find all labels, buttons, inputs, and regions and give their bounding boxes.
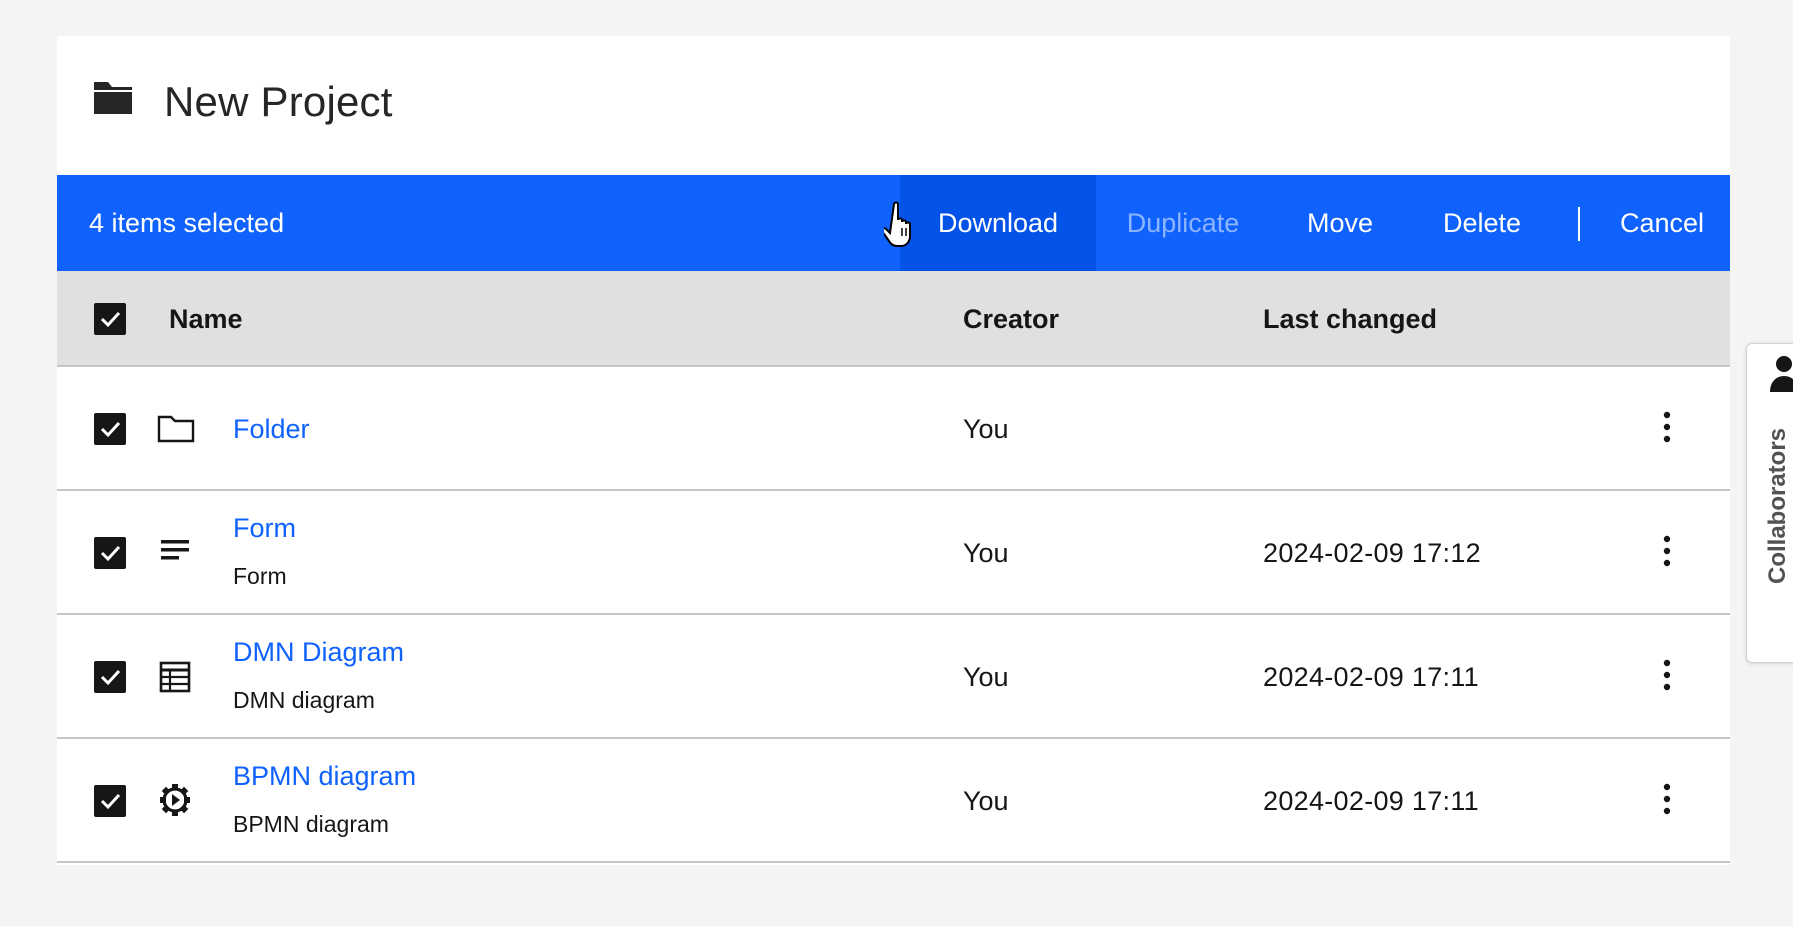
creator-cell: You bbox=[963, 414, 1009, 444]
last-changed-cell: 2024-02-09 17:11 bbox=[1263, 662, 1479, 692]
checkmark-icon bbox=[100, 545, 121, 562]
creator-cell: You bbox=[963, 538, 1009, 568]
collaborators-panel-tab[interactable]: Collaborators bbox=[1746, 343, 1793, 663]
row-checkbox[interactable] bbox=[94, 661, 126, 693]
bpmn-gear-icon bbox=[160, 784, 190, 816]
collaborators-label: Collaborators bbox=[1764, 427, 1791, 584]
duplicate-button[interactable]: Duplicate bbox=[1096, 175, 1270, 271]
checkmark-icon bbox=[100, 311, 121, 328]
folder-filled-icon bbox=[94, 82, 132, 114]
item-type-label: DMN diagram bbox=[233, 687, 375, 713]
column-header-creator[interactable]: Creator bbox=[963, 271, 1059, 367]
table-header: Name Creator Last changed bbox=[57, 271, 1730, 367]
table-row[interactable]: DMN Diagram DMN diagram You 2024-02-09 1… bbox=[57, 615, 1730, 739]
row-checkbox[interactable] bbox=[94, 537, 126, 569]
row-checkbox[interactable] bbox=[94, 785, 126, 817]
row-checkbox[interactable] bbox=[94, 413, 126, 445]
overflow-menu-icon[interactable] bbox=[1653, 655, 1681, 695]
creator-cell: You bbox=[963, 662, 1009, 692]
item-name-link[interactable]: DMN Diagram bbox=[233, 637, 404, 668]
last-changed-cell: 2024-02-09 17:12 bbox=[1263, 538, 1481, 568]
selected-count: 4 items selected bbox=[89, 208, 285, 238]
page-header: New Project bbox=[57, 36, 1730, 175]
page-title: New Project bbox=[164, 78, 393, 125]
cancel-button[interactable]: Cancel bbox=[1594, 175, 1730, 271]
form-icon bbox=[161, 540, 189, 560]
project-card: New Project 4 items selected Download Du… bbox=[57, 36, 1730, 865]
table-row[interactable]: BPMN diagram BPMN diagram You 2024-02-09… bbox=[57, 739, 1730, 863]
overflow-menu-icon[interactable] bbox=[1653, 531, 1681, 571]
checkmark-icon bbox=[100, 669, 121, 686]
folder-icon bbox=[157, 415, 195, 443]
checkmark-icon bbox=[100, 421, 121, 438]
move-button[interactable]: Move bbox=[1270, 175, 1410, 271]
overflow-menu-icon[interactable] bbox=[1653, 779, 1681, 819]
download-button[interactable]: Download bbox=[900, 175, 1096, 271]
checkmark-icon bbox=[100, 793, 121, 810]
person-icon bbox=[1770, 356, 1793, 392]
column-header-name[interactable]: Name bbox=[169, 271, 243, 367]
item-name-link[interactable]: Form bbox=[233, 513, 296, 544]
column-header-last-changed[interactable]: Last changed bbox=[1263, 271, 1437, 367]
hand-pointer-cursor-icon bbox=[884, 201, 911, 247]
select-all-checkbox[interactable] bbox=[94, 303, 126, 335]
toolbar-divider bbox=[1578, 207, 1580, 241]
table-row[interactable]: Form Form You 2024-02-09 17:12 bbox=[57, 491, 1730, 615]
item-name-link[interactable]: Folder bbox=[233, 367, 310, 491]
table-icon bbox=[159, 661, 191, 693]
table-row[interactable]: Folder You bbox=[57, 367, 1730, 491]
creator-cell: You bbox=[963, 786, 1009, 816]
overflow-menu-icon[interactable] bbox=[1653, 407, 1681, 447]
item-name-link[interactable]: BPMN diagram bbox=[233, 761, 416, 792]
last-changed-cell: 2024-02-09 17:11 bbox=[1263, 786, 1479, 816]
delete-button[interactable]: Delete bbox=[1410, 175, 1554, 271]
item-type-label: BPMN diagram bbox=[233, 811, 389, 837]
item-type-label: Form bbox=[233, 563, 287, 589]
